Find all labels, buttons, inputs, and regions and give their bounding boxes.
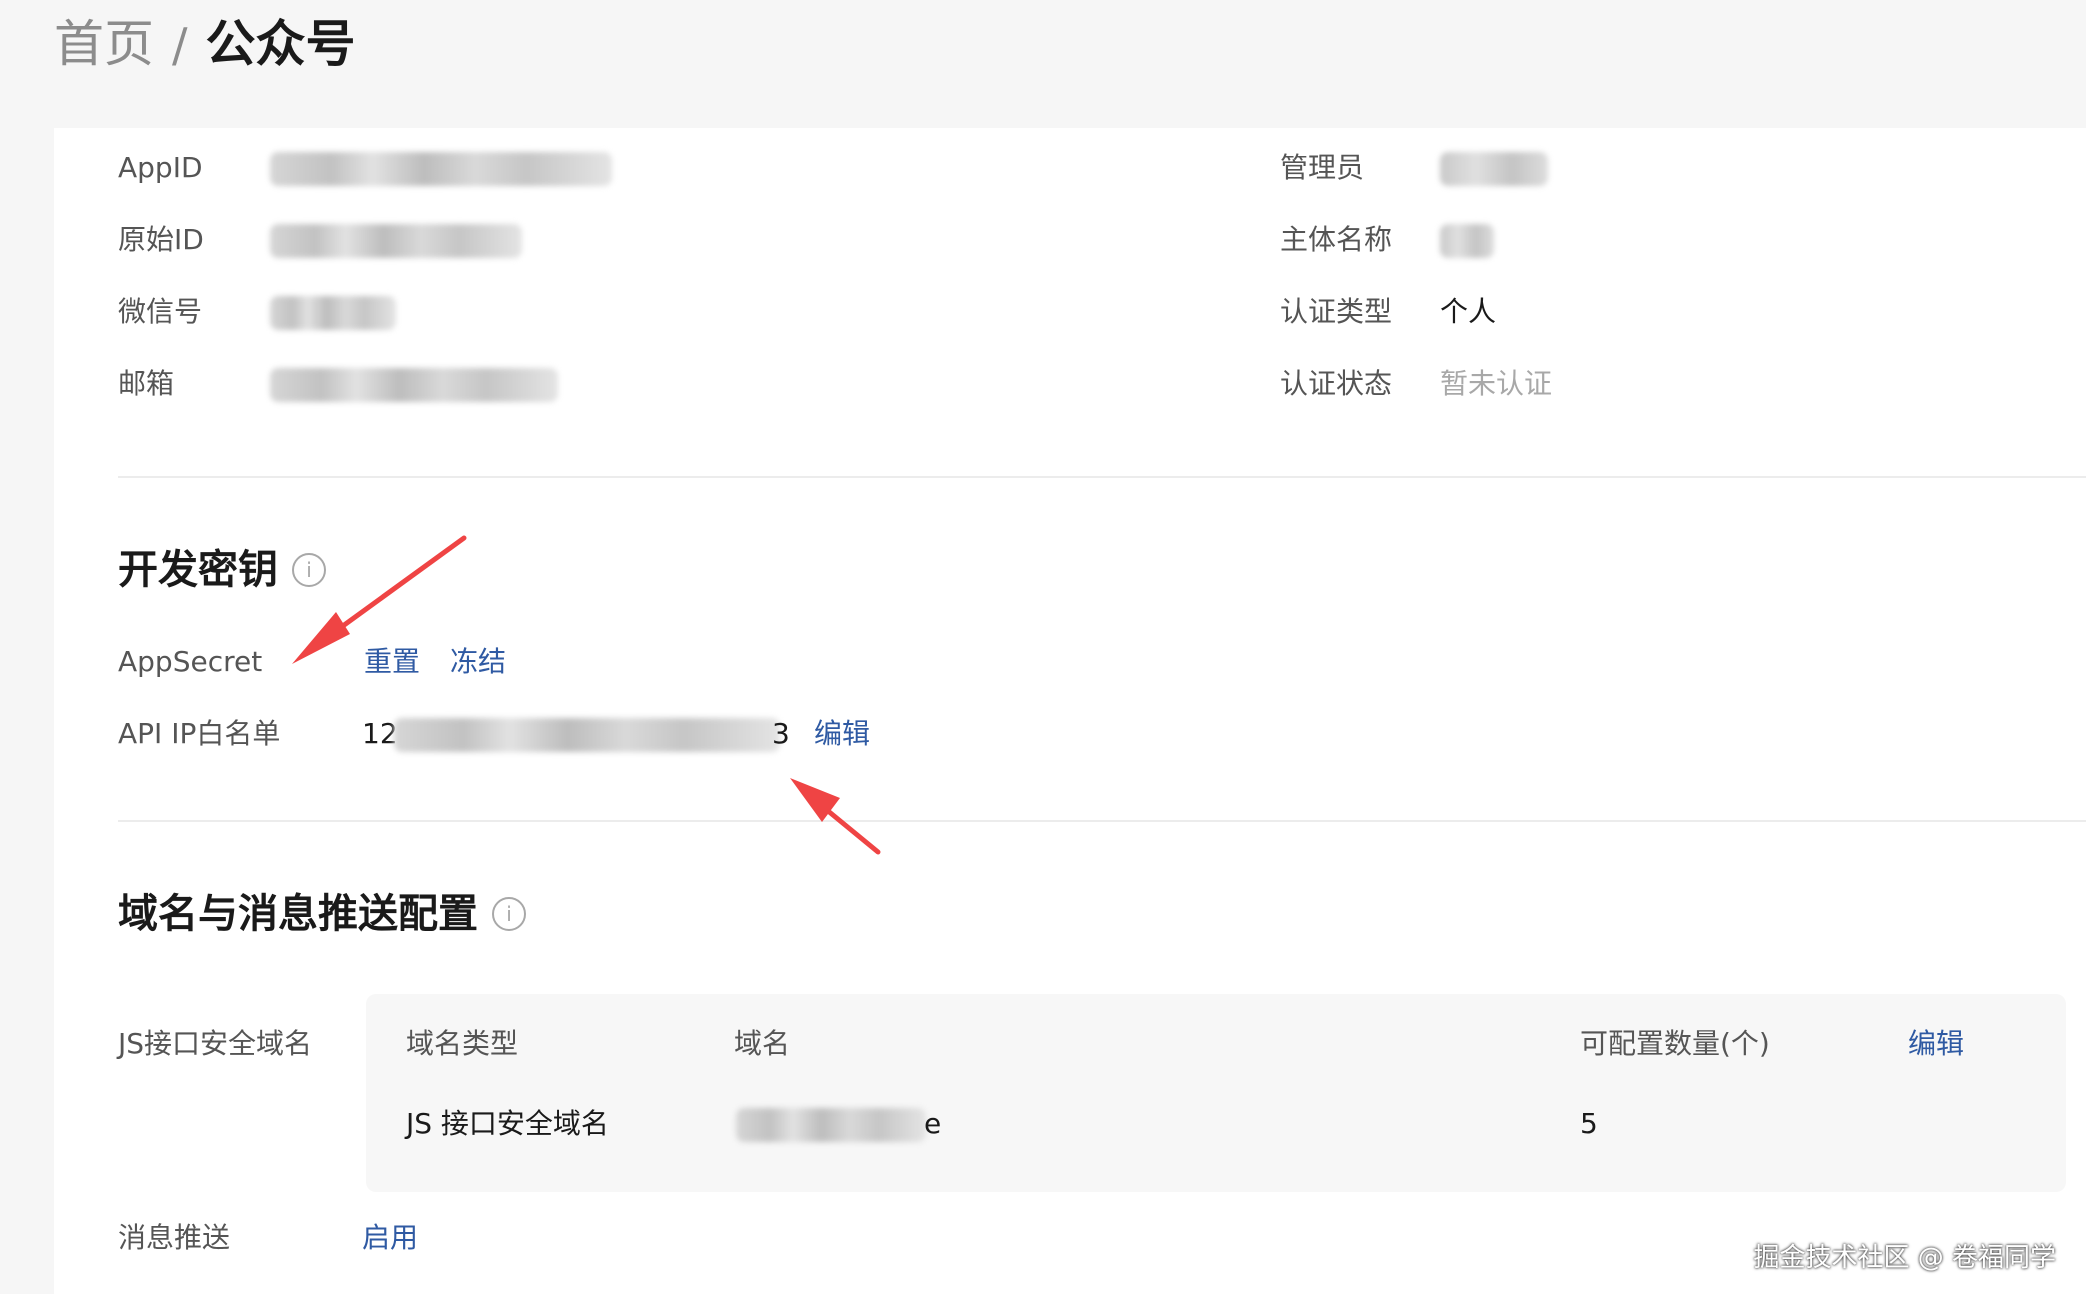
appid-label: AppID <box>118 151 203 184</box>
info-icon[interactable]: i <box>292 553 326 587</box>
domain-edit-link[interactable]: 编辑 <box>1908 1024 1964 1064</box>
verify-type-label: 认证类型 <box>1280 295 1393 328</box>
ip-whitelist-label: API IP白名单 <box>118 717 281 750</box>
appsecret-label: AppSecret <box>118 645 263 678</box>
reset-appsecret-link[interactable]: 重置 <box>364 642 420 682</box>
domain-table-header-domain: 域名 <box>734 1027 791 1060</box>
ip-whitelist-edit-link[interactable]: 编辑 <box>814 714 870 754</box>
verify-status-label: 认证状态 <box>1280 367 1393 400</box>
domain-row-domain-redacted <box>736 1108 926 1142</box>
dev-keys-title-text: 开发密钥 <box>118 547 278 593</box>
original-id-value-redacted <box>270 224 522 258</box>
domain-config-title: 域名与消息推送配置 i <box>118 888 526 940</box>
message-push-label: 消息推送 <box>118 1221 231 1254</box>
breadcrumb-current: 公众号 <box>205 15 356 73</box>
js-domain-label: JS接口安全域名 <box>118 1027 313 1060</box>
wechat-id-value-redacted <box>270 296 396 330</box>
admin-label: 管理员 <box>1280 151 1365 184</box>
email-value-redacted <box>270 368 558 402</box>
verify-status-value: 暂未认证 <box>1440 367 1553 400</box>
dev-keys-title: 开发密钥 i <box>118 544 326 596</box>
wechat-id-label: 微信号 <box>118 295 203 328</box>
freeze-appsecret-link[interactable]: 冻结 <box>450 642 506 682</box>
message-push-enable-link[interactable]: 启用 <box>362 1218 418 1258</box>
info-icon[interactable]: i <box>492 897 526 931</box>
breadcrumb-home[interactable]: 首页 <box>54 14 154 74</box>
domain-row-domain-suffix: e <box>924 1107 942 1140</box>
domain-table: 域名类型 域名 可配置数量(个) 编辑 JS 接口安全域名 e 5 <box>366 994 2066 1192</box>
appid-value-redacted <box>270 152 612 186</box>
domain-row-count: 5 <box>1580 1107 1598 1140</box>
divider-1 <box>118 476 2086 478</box>
breadcrumb-separator: / <box>172 18 188 72</box>
ip-whitelist-suffix: 3 <box>772 717 790 750</box>
entity-name-value-redacted <box>1440 224 1494 258</box>
entity-name-label: 主体名称 <box>1280 223 1393 256</box>
email-label: 邮箱 <box>118 367 175 400</box>
account-card: AppID 原始ID 微信号 邮箱 管理员 主体名称 认证类型 个人 认证状态 … <box>54 128 2086 1294</box>
original-id-label: 原始ID <box>118 223 204 256</box>
ip-whitelist-prefix: 12 <box>362 717 398 750</box>
verify-type-value: 个人 <box>1440 295 1497 328</box>
admin-value-redacted <box>1440 152 1548 186</box>
breadcrumb: 首页 / 公众号 <box>54 14 356 75</box>
divider-2 <box>118 820 2086 822</box>
domain-table-header-count: 可配置数量(个) <box>1580 1027 1770 1060</box>
domain-table-header-type: 域名类型 <box>406 1027 519 1060</box>
watermark: 掘金技术社区 @ 卷福同学 <box>1753 1243 2056 1273</box>
domain-config-title-text: 域名与消息推送配置 <box>118 891 478 937</box>
ip-whitelist-redacted <box>394 718 780 752</box>
domain-row-type: JS 接口安全域名 <box>406 1107 609 1140</box>
